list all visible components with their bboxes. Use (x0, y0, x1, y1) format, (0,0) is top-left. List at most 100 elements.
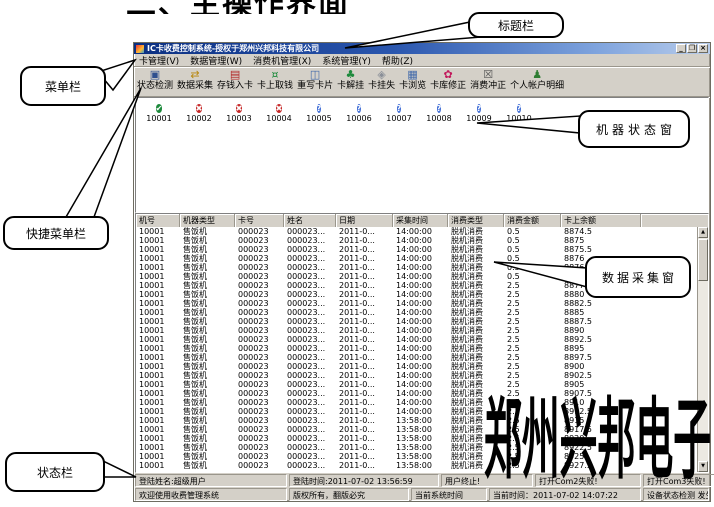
machine-item[interactable]: ✖ 10002 (179, 103, 219, 123)
machine-item[interactable]: ✖ 10003 (219, 103, 259, 123)
toolbar-button-icon: ⇄ (190, 68, 199, 81)
toolbar-button-icon: ◫ (310, 68, 320, 81)
machine-item[interactable]: ? 10008 (419, 103, 459, 123)
cell-name: 000023... (284, 452, 336, 461)
cell-machine-no: 10001 (136, 362, 180, 371)
column-header[interactable]: 日期 (336, 214, 393, 227)
toolbar-button-label: 卡库修正 (430, 81, 466, 91)
toolbar-button[interactable]: ▣ 状态检测 (135, 68, 175, 91)
machine-item[interactable]: ✖ 10004 (259, 103, 299, 123)
menu-item[interactable]: 帮助(Z) (382, 54, 413, 67)
cell-collect-time: 14:00:00 (393, 263, 448, 272)
minimize-button[interactable]: _ (676, 44, 686, 53)
table-row[interactable]: 10001 售饭机 000023 000023... 2011-0... 14:… (136, 362, 697, 371)
cell-name: 000023... (284, 335, 336, 344)
column-header[interactable]: 机号 (136, 214, 180, 227)
machine-item[interactable]: ? 10009 (459, 103, 499, 123)
cell-collect-time: 13:58:00 (393, 461, 448, 470)
cell-collect-time: 13:58:00 (393, 452, 448, 461)
menu-item[interactable]: 系统管理(Y) (322, 54, 371, 67)
cell-machine-no: 10001 (136, 461, 180, 470)
cell-date: 2011-0... (336, 371, 393, 380)
machine-status-icon: ? (517, 104, 522, 113)
toolbar-button[interactable]: ▦ 卡浏览 (397, 68, 428, 91)
table-row[interactable]: 10001 售饭机 000023 000023... 2011-0... 14:… (136, 245, 697, 254)
cell-card-no: 000023 (235, 407, 284, 416)
machine-status-icon: ? (437, 104, 442, 113)
cell-machine-type: 售饭机 (180, 389, 235, 398)
table-row[interactable]: 10001 售饭机 000023 000023... 2011-0... 14:… (136, 344, 697, 353)
machine-id-label: 10010 (499, 114, 539, 123)
cell-amount: 2.5 (504, 362, 561, 371)
column-header[interactable]: 卡上余额 (561, 214, 641, 227)
toolbar-button[interactable]: ◫ 重写卡片 (295, 68, 335, 91)
column-header[interactable]: 消费类型 (448, 214, 504, 227)
toolbar-button[interactable]: ▤ 存钱入卡 (215, 68, 255, 91)
machine-item[interactable]: ? 10007 (379, 103, 419, 123)
column-header[interactable]: 姓名 (284, 214, 336, 227)
cell-name: 000023... (284, 461, 336, 470)
toolbar-button-label: 存钱入卡 (217, 81, 253, 91)
cell-amount: 2.5 (504, 344, 561, 353)
cell-machine-type: 售饭机 (180, 353, 235, 362)
table-row[interactable]: 10001 售饭机 000023 000023... 2011-0... 14:… (136, 236, 697, 245)
close-button[interactable]: × (698, 44, 708, 53)
toolbar-button-label: 卡浏览 (399, 81, 426, 91)
toolbar-button[interactable]: ¤ 卡上取钱 (255, 68, 295, 91)
table-row[interactable]: 10001 售饭机 000023 000023... 2011-0... 14:… (136, 335, 697, 344)
machine-item[interactable]: ? 10010 (499, 103, 539, 123)
cell-consume-type: 脱机消费 (448, 299, 504, 308)
menu-item[interactable]: 数据管理(W) (190, 54, 242, 67)
column-header[interactable]: 消费金额 (504, 214, 561, 227)
cell-machine-no: 10001 (136, 281, 180, 290)
toolbar-button[interactable]: ☒ 消费冲正 (468, 68, 508, 91)
callout-machine-status: 机器状态窗 (578, 110, 690, 148)
menu-item[interactable]: 卡管理(V) (139, 54, 179, 67)
toolbar-button[interactable]: ✿ 卡库修正 (428, 68, 468, 91)
cell-card-no: 000023 (235, 443, 284, 452)
cell-collect-time: 14:00:00 (393, 281, 448, 290)
cell-collect-time: 14:00:00 (393, 398, 448, 407)
cell-machine-no: 10001 (136, 398, 180, 407)
cell-machine-no: 10001 (136, 407, 180, 416)
restore-button[interactable]: ❐ (687, 44, 697, 53)
cell-consume-type: 脱机消费 (448, 371, 504, 380)
cell-date: 2011-0... (336, 263, 393, 272)
status-login-time: 登陆时间:2011-07-02 13:56:59 (289, 474, 439, 487)
table-row[interactable]: 10001 售饭机 000023 000023... 2011-0... 14:… (136, 227, 697, 236)
table-row[interactable]: 10001 售饭机 000023 000023... 2011-0... 14:… (136, 317, 697, 326)
cell-collect-time: 14:00:00 (393, 245, 448, 254)
cell-amount: 2.5 (504, 326, 561, 335)
cell-machine-no: 10001 (136, 245, 180, 254)
machine-item[interactable]: ? 10006 (339, 103, 379, 123)
cell-name: 000023... (284, 227, 336, 236)
table-row[interactable]: 10001 售饭机 000023 000023... 2011-0... 14:… (136, 353, 697, 362)
cell-balance: 8900 (561, 362, 641, 371)
scrollbar-thumb[interactable] (698, 239, 708, 281)
machine-status-icon: ? (317, 104, 322, 113)
machine-item[interactable]: ? 10005 (299, 103, 339, 123)
cell-card-no: 000023 (235, 236, 284, 245)
toolbar-button[interactable]: ⇄ 数据采集 (175, 68, 215, 91)
cell-card-no: 000023 (235, 299, 284, 308)
table-row[interactable]: 10001 售饭机 000023 000023... 2011-0... 14:… (136, 299, 697, 308)
scroll-up-icon[interactable]: ▲ (698, 227, 708, 238)
column-header[interactable]: 卡号 (235, 214, 284, 227)
cell-collect-time: 13:58:00 (393, 443, 448, 452)
window-title-bar[interactable]: IC卡收费控制系统-授权于郑州兴邦科技有限公司 _ ❐ × (134, 43, 710, 54)
table-row[interactable]: 10001 售饭机 000023 000023... 2011-0... 14:… (136, 308, 697, 317)
toolbar-button-icon: ▦ (407, 68, 417, 81)
column-header[interactable]: 机器类型 (180, 214, 235, 227)
toolbar-button[interactable]: ◈ 卡挂失 (366, 68, 397, 91)
cell-machine-type: 售饭机 (180, 326, 235, 335)
machine-item[interactable]: ✔ 10001 (139, 103, 179, 123)
table-row[interactable]: 10001 售饭机 000023 000023... 2011-0... 14:… (136, 326, 697, 335)
column-header[interactable]: 采集时间 (393, 214, 448, 227)
table-row[interactable]: 10001 售饭机 000023 000023... 2011-0... 14:… (136, 371, 697, 380)
toolbar-button[interactable]: ♟ 个人帐户明细 (508, 68, 566, 91)
cell-machine-type: 售饭机 (180, 362, 235, 371)
cell-name: 000023... (284, 308, 336, 317)
toolbar-button[interactable]: ♣ 卡解挂 (335, 68, 366, 91)
menu-item[interactable]: 消费机管理(X) (253, 54, 311, 67)
watermark-text: 郑州兴邦电子 (484, 394, 711, 486)
